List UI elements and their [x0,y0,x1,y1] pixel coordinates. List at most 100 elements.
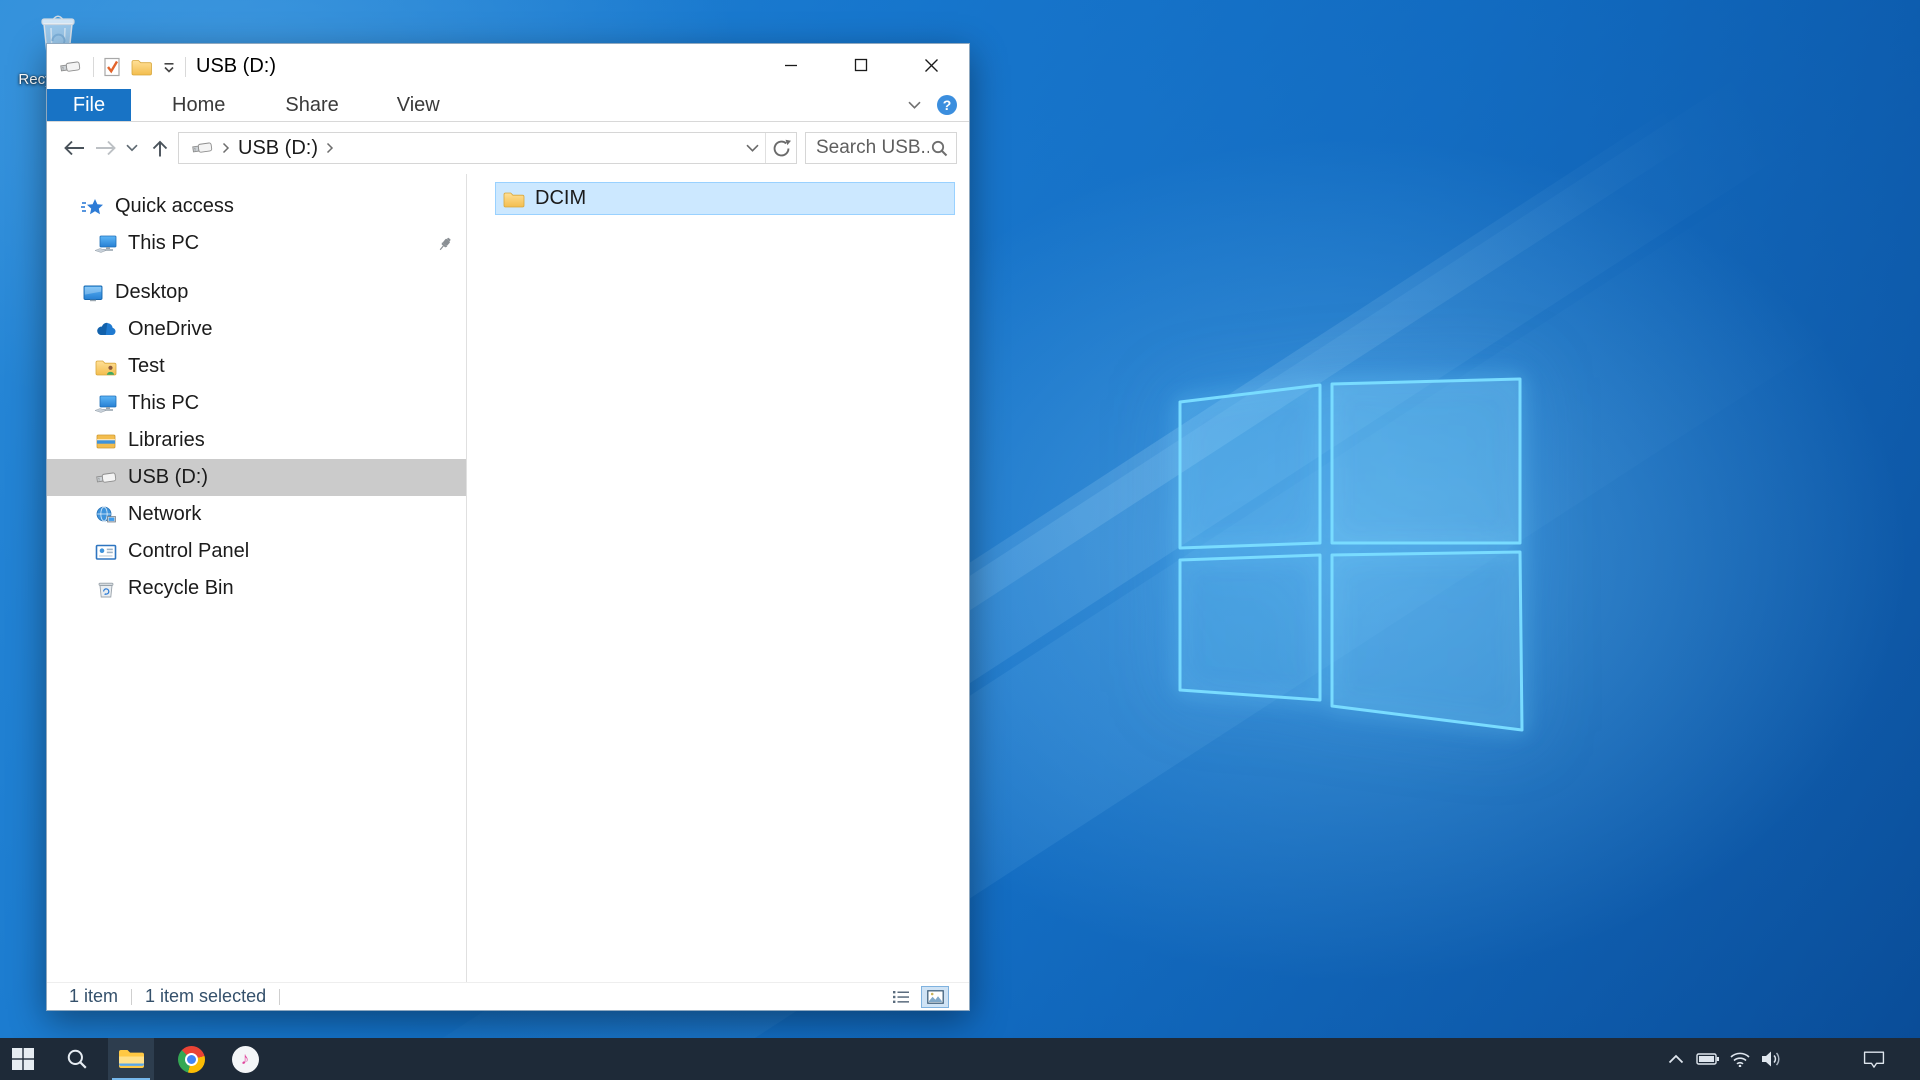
sidebar-item-this-pc-pinned[interactable]: This PC [47,225,466,262]
separator [279,989,280,1005]
desktop-icon [80,283,106,303]
chevron-down-icon [746,144,759,153]
user-folder-icon [93,357,119,377]
libraries-icon [93,431,119,451]
statusbar: 1 item 1 item selected [47,982,969,1010]
breadcrumb-chevron-icon [222,142,230,154]
this-pc-icon [93,234,119,254]
tab-home[interactable]: Home [149,89,248,121]
help-button[interactable]: ? [937,95,957,115]
selection-count: 1 item selected [145,986,266,1007]
wifi-tray-button[interactable] [1724,1038,1756,1080]
forward-button[interactable] [94,139,118,157]
network-globe-icon [93,505,119,525]
usb-drive-icon [57,57,83,77]
sidebar-item-usb-drive[interactable]: USB (D:) [47,459,466,496]
back-arrow-icon [62,139,86,157]
search-icon[interactable] [931,140,948,157]
volume-icon [1761,1050,1783,1068]
close-icon [924,58,939,73]
help-icon: ? [943,97,952,113]
chrome-icon [178,1046,205,1073]
taskbar-file-explorer-button[interactable] [108,1038,154,1080]
sidebar-item-test[interactable]: Test [47,348,466,385]
hidden-icons-button[interactable] [1660,1038,1692,1080]
windows-logo-icon [11,1047,35,1071]
close-button[interactable] [908,44,954,86]
content-pane[interactable]: DCIM [467,174,969,982]
maximize-icon [854,58,868,72]
separator [93,57,94,77]
window-title: USB (D:) [196,55,276,78]
quick-access-star-icon [80,197,106,217]
address-dropdown-button[interactable] [739,133,765,163]
breadcrumb-chevron-icon[interactable] [326,142,334,154]
recycle-bin-icon [93,579,119,599]
action-center-icon [1862,1049,1886,1069]
address-bar[interactable]: USB (D:) [178,132,797,164]
music-icon: ♪ [232,1046,259,1073]
chevron-down-icon [126,144,138,152]
action-center-button[interactable] [1858,1038,1890,1080]
search-input[interactable] [806,137,929,159]
minimize-button[interactable] [768,44,814,86]
maximize-button[interactable] [838,44,884,86]
recent-locations-button[interactable] [126,144,138,152]
back-button[interactable] [62,139,86,157]
refresh-button[interactable] [766,133,796,163]
minimize-icon [784,58,798,72]
sidebar-item-onedrive[interactable]: OneDrive [47,311,466,348]
taskbar-search-button[interactable] [54,1038,100,1080]
titlebar[interactable]: USB (D:) [47,44,969,89]
sidebar-item-libraries[interactable]: Libraries [47,422,466,459]
sidebar-item-quick-access[interactable]: Quick access [47,188,466,225]
screen: Recycle Bin USB (D:) [0,0,1920,1080]
separator [185,57,186,77]
menubar: File Home Share View ? [47,89,969,122]
quick-access-toolbar [47,57,186,77]
thumbnail-view-icon [927,990,944,1004]
usb-drive-icon [93,468,119,488]
details-view-icon [893,990,909,1004]
tab-file[interactable]: File [47,89,131,121]
battery-icon [1696,1052,1720,1066]
details-view-button[interactable] [887,986,915,1008]
properties-icon[interactable] [104,57,121,77]
explorer-window: USB (D:) File Home Share View [46,43,970,1011]
taskbar-music-button[interactable]: ♪ [222,1038,268,1080]
battery-tray-button[interactable] [1692,1038,1724,1080]
taskbar: ♪ [0,1038,1920,1080]
sidebar-item-control-panel[interactable]: Control Panel [47,533,466,570]
tab-view[interactable]: View [374,89,463,121]
this-pc-icon [93,394,119,414]
tab-share[interactable]: Share [262,89,361,121]
toolbar: USB (D:) [47,122,969,174]
start-button[interactable] [0,1038,46,1080]
search-icon [66,1048,88,1070]
separator [131,989,132,1005]
qat-customize-chevron-icon[interactable] [163,61,175,73]
forward-arrow-icon [94,139,118,157]
sidebar-item-this-pc[interactable]: This PC [47,385,466,422]
file-name: DCIM [535,187,586,210]
item-count: 1 item [69,986,118,1007]
file-item-dcim[interactable]: DCIM [495,182,955,215]
onedrive-cloud-icon [93,320,119,340]
up-arrow-icon [150,139,170,158]
chevron-up-icon [1668,1054,1684,1064]
refresh-icon [772,139,791,158]
sidebar-item-recycle-bin[interactable]: Recycle Bin [47,570,466,607]
new-folder-icon[interactable] [131,58,153,76]
volume-tray-button[interactable] [1756,1038,1788,1080]
usb-drive-icon [189,138,215,158]
sidebar-item-network[interactable]: Network [47,496,466,533]
sidebar: Quick access This PC Desktop O [47,174,467,982]
taskbar-chrome-button[interactable] [168,1038,214,1080]
up-button[interactable] [150,139,170,158]
control-panel-icon [93,542,119,562]
breadcrumb-drive[interactable]: USB (D:) [238,137,318,160]
expand-ribbon-chevron-icon[interactable] [908,101,921,110]
folder-icon [502,189,526,209]
thumbnail-view-button[interactable] [921,986,949,1008]
sidebar-item-desktop[interactable]: Desktop [47,274,466,311]
